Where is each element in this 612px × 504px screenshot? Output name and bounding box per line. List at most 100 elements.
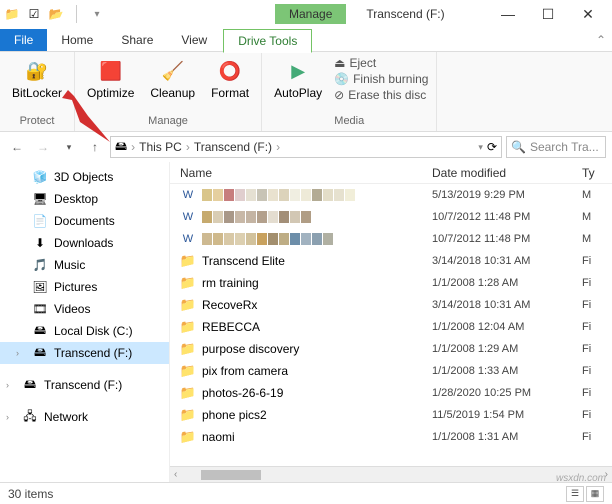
eject-icon: ⏏	[334, 56, 345, 70]
contextual-tab-header: Manage	[275, 4, 346, 24]
nav-icon: 🖴	[32, 323, 48, 339]
folder-icon: 📁	[4, 6, 20, 22]
eject-button[interactable]: ⏏Eject	[334, 56, 428, 70]
watermark: wsxdn.com	[556, 473, 606, 484]
format-button[interactable]: ⭕ Format	[207, 56, 253, 102]
word-doc-icon: W	[180, 231, 196, 247]
folder-icon: 📁	[180, 363, 196, 379]
tab-view[interactable]: View	[167, 29, 221, 51]
tab-drive-tools[interactable]: Drive Tools	[223, 29, 312, 53]
file-row[interactable]: 📁phone pics211/5/2019 1:54 PMFi	[170, 404, 612, 426]
close-button[interactable]: ✕	[568, 2, 608, 26]
annotation-arrow-icon	[60, 86, 120, 149]
word-doc-icon: W	[180, 187, 196, 203]
file-row[interactable]: 📁Transcend Elite3/14/2018 10:31 AMFi	[170, 250, 612, 272]
checkbox-icon[interactable]: ☑	[26, 6, 42, 22]
nav-item[interactable]: 🖼Pictures	[0, 276, 169, 298]
folder-icon: 📁	[180, 319, 196, 335]
nav-item[interactable]: 🧊3D Objects	[0, 166, 169, 188]
format-icon: ⭕	[217, 58, 243, 84]
forward-button[interactable]: →	[32, 136, 54, 158]
maximize-button[interactable]: ☐	[528, 2, 568, 26]
file-row[interactable]: W10/7/2012 11:48 PMM	[170, 206, 612, 228]
word-doc-icon: W	[180, 209, 196, 225]
column-date[interactable]: Date modified	[432, 166, 582, 180]
ribbon-group-media: ▶ AutoPlay ⏏Eject 💿Finish burning ⊘Erase…	[262, 52, 437, 131]
folder-icon: 📁	[180, 297, 196, 313]
quick-access-toolbar: 📁 ☑ 📂 ▾	[4, 5, 105, 23]
file-row[interactable]: 📁purpose discovery1/1/2008 1:29 AMFi	[170, 338, 612, 360]
tab-home[interactable]: Home	[47, 29, 107, 51]
folder-open-icon: 📂	[48, 6, 64, 22]
folder-icon: 📁	[180, 429, 196, 445]
folder-icon: 📁	[180, 385, 196, 401]
group-label-protect: Protect	[20, 115, 55, 127]
nav-item[interactable]: 🎵Music	[0, 254, 169, 276]
nav-item[interactable]: 🖴Local Disk (C:)	[0, 320, 169, 342]
group-label-manage: Manage	[148, 115, 188, 127]
file-row[interactable]: 📁REBECCA1/1/2008 12:04 AMFi	[170, 316, 612, 338]
file-row[interactable]: 📁pix from camera1/1/2008 1:33 AMFi	[170, 360, 612, 382]
back-button[interactable]: ←	[6, 136, 28, 158]
file-row[interactable]: 📁photos-26-6-191/28/2020 10:25 PMFi	[170, 382, 612, 404]
file-row[interactable]: 📁rm training1/1/2008 1:28 AMFi	[170, 272, 612, 294]
nav-item[interactable]: 🖥Desktop	[0, 188, 169, 210]
ribbon-tabs: File Home Share View Drive Tools ⌃	[0, 28, 612, 52]
chevron-down-icon[interactable]: ▾	[89, 6, 105, 22]
details-view-button[interactable]: ☰	[566, 486, 584, 502]
file-list: W5/13/2019 9:29 PMMW10/7/2012 11:48 PMMW…	[170, 184, 612, 466]
redacted-name	[202, 189, 355, 201]
nav-icon: 🖴	[32, 345, 48, 361]
nav-icon: ⬇	[32, 235, 48, 251]
optimize-icon: 🟥	[98, 58, 124, 84]
group-label-media: Media	[334, 115, 364, 127]
tab-share[interactable]: Share	[107, 29, 167, 51]
nav-item[interactable]: ›🖴Transcend (F:)	[0, 374, 169, 396]
window-title: Transcend (F:)	[366, 7, 444, 21]
horizontal-scrollbar[interactable]: ‹ ›	[170, 466, 612, 482]
file-row[interactable]: 📁RecoveRx3/14/2018 10:31 AMFi	[170, 294, 612, 316]
file-list-area: Name Date modified Ty W5/13/2019 9:29 PM…	[170, 162, 612, 482]
redacted-name	[202, 233, 333, 245]
nav-icon: 🎵	[32, 257, 48, 273]
column-name[interactable]: Name	[170, 166, 432, 180]
nav-item-network[interactable]: ›🖧Network	[0, 406, 169, 428]
autoplay-icon: ▶	[285, 58, 311, 84]
erase-icon: ⊘	[334, 88, 344, 102]
cleanup-button[interactable]: 🧹 Cleanup	[146, 56, 199, 102]
refresh-icon[interactable]: ⟳	[487, 140, 497, 154]
nav-item[interactable]: 🎞Videos	[0, 298, 169, 320]
window-controls: — ☐ ✕	[488, 2, 608, 26]
icons-view-button[interactable]: ▦	[586, 486, 604, 502]
cleanup-icon: 🧹	[160, 58, 186, 84]
ribbon-collapse-icon[interactable]: ⌃	[596, 33, 612, 47]
nav-icon: 🖥	[32, 191, 48, 207]
burn-icon: 💿	[334, 72, 349, 86]
minimize-button[interactable]: —	[488, 2, 528, 26]
file-row[interactable]: W5/13/2019 9:29 PMM	[170, 184, 612, 206]
folder-icon: 📁	[180, 275, 196, 291]
folder-icon: 📁	[180, 341, 196, 357]
title-bar: 📁 ☑ 📂 ▾ Manage Transcend (F:) — ☐ ✕	[0, 0, 612, 28]
finish-burning-button[interactable]: 💿Finish burning	[334, 72, 428, 86]
breadcrumb[interactable]: 🖴 › This PC › Transcend (F:) › ▾ ⟳	[110, 136, 502, 158]
nav-item[interactable]: 📄Documents	[0, 210, 169, 232]
tab-file[interactable]: File	[0, 29, 47, 51]
column-type[interactable]: Ty	[582, 166, 612, 180]
nav-icon: 🖼	[32, 279, 48, 295]
erase-disc-button[interactable]: ⊘Erase this disc	[334, 88, 428, 102]
nav-item[interactable]: ›🖴Transcend (F:)	[0, 342, 169, 364]
bitlocker-button[interactable]: 🔐 BitLocker	[8, 56, 66, 102]
item-count: 30 items	[8, 487, 53, 501]
nav-icon: 📄	[32, 213, 48, 229]
column-headers: Name Date modified Ty	[170, 162, 612, 184]
file-row[interactable]: W10/7/2012 11:48 PMM	[170, 228, 612, 250]
search-input[interactable]: 🔍 Search Tra...	[506, 136, 606, 158]
nav-icon: 🧊	[32, 169, 48, 185]
nav-item[interactable]: ⬇Downloads	[0, 232, 169, 254]
file-row[interactable]: 📁naomi1/1/2008 1:31 AMFi	[170, 426, 612, 448]
autoplay-button[interactable]: ▶ AutoPlay	[270, 56, 326, 102]
folder-icon: 📁	[180, 253, 196, 269]
dropdown-icon[interactable]: ▾	[478, 142, 483, 153]
status-bar: 30 items ☰ ▦	[0, 482, 612, 504]
